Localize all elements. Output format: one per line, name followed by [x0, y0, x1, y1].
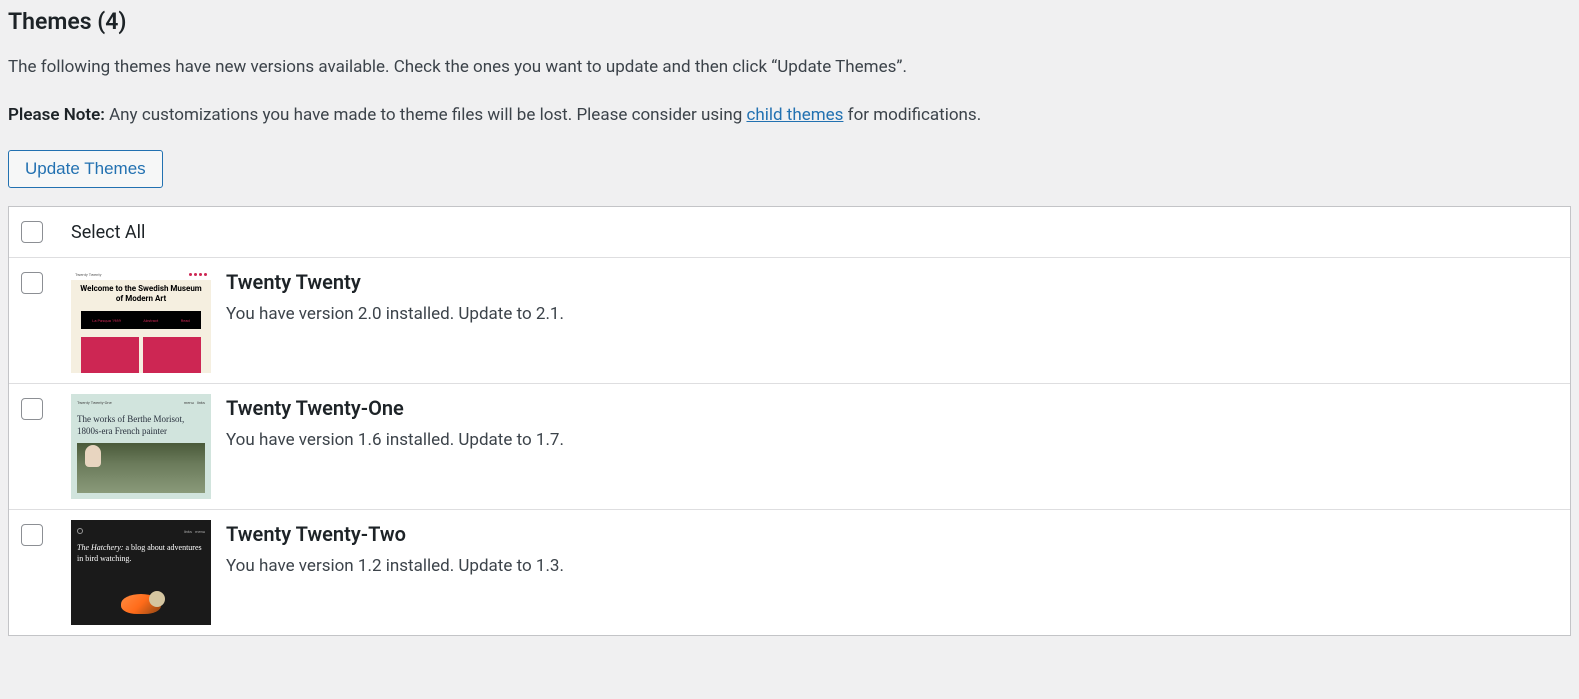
theme-row: links menu The Hatchery: a blog about ad…	[9, 510, 1570, 635]
theme-checkbox[interactable]	[21, 398, 43, 420]
note-before-link: Any customizations you have made to them…	[105, 105, 747, 125]
theme-row: Twenty Twenty Welcome to the Swedish Mus…	[9, 258, 1570, 384]
select-all-checkbox[interactable]	[21, 221, 43, 243]
theme-name: Twenty Twenty-One	[226, 396, 1558, 420]
table-header-row: Select All	[9, 207, 1570, 258]
note-after-link: for modifications.	[843, 105, 981, 125]
theme-row: Twenty Twenty-Onemenu links The works of…	[9, 384, 1570, 510]
theme-checkbox[interactable]	[21, 272, 43, 294]
note-text: Please Note: Any customizations you have…	[8, 103, 1571, 129]
select-all-label: Select All	[71, 222, 145, 243]
theme-thumbnail: links menu The Hatchery: a blog about ad…	[71, 520, 211, 625]
update-themes-button[interactable]: Update Themes	[8, 150, 163, 188]
theme-checkbox[interactable]	[21, 524, 43, 546]
section-heading: Themes (4)	[8, 8, 1571, 35]
theme-thumbnail: Twenty Twenty Welcome to the Swedish Mus…	[71, 268, 211, 373]
theme-name: Twenty Twenty	[226, 270, 1558, 294]
themes-table: Select All Twenty Twenty Welcome to the …	[8, 206, 1571, 636]
theme-version-text: You have version 1.6 installed. Update t…	[226, 430, 1558, 450]
theme-version-text: You have version 2.0 installed. Update t…	[226, 304, 1558, 324]
theme-name: Twenty Twenty-Two	[226, 522, 1558, 546]
theme-version-text: You have version 1.2 installed. Update t…	[226, 556, 1558, 576]
intro-text: The following themes have new versions a…	[8, 55, 1571, 81]
child-themes-link[interactable]: child themes	[746, 105, 843, 125]
note-label: Please Note:	[8, 105, 105, 125]
theme-thumbnail: Twenty Twenty-Onemenu links The works of…	[71, 394, 211, 499]
